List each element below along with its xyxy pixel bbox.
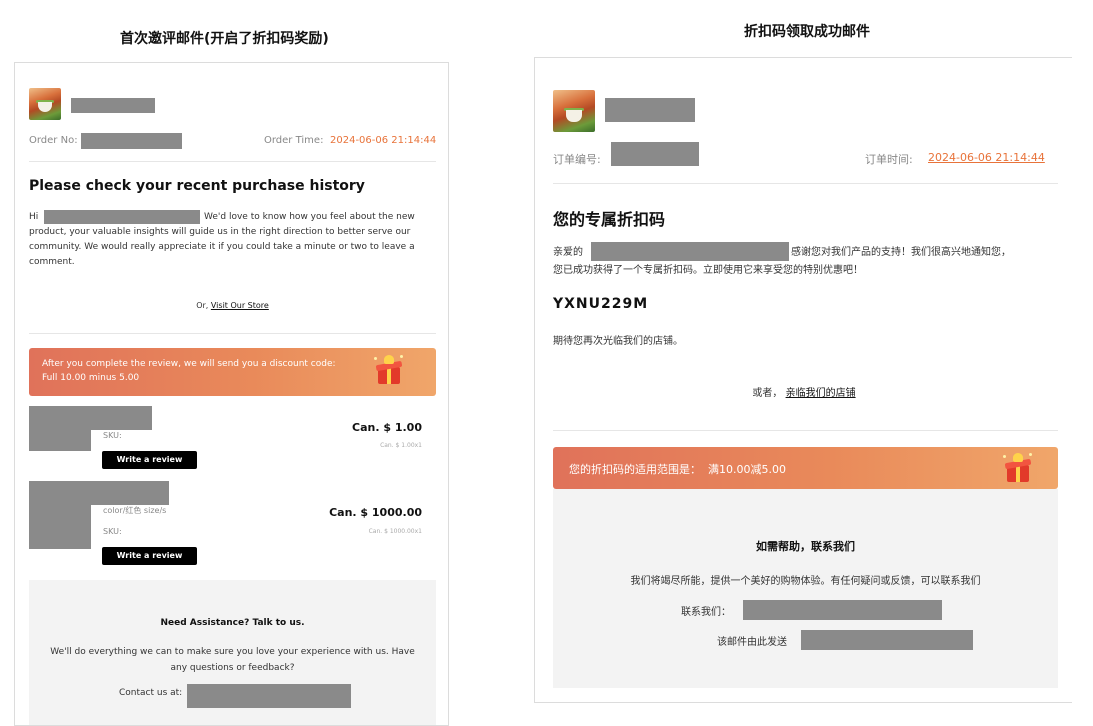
assistance-section: Need Assistance? Talk to us. We'll do ev… [29, 580, 436, 725]
store-logo [29, 88, 61, 120]
contact-label: 联系我们： [681, 607, 731, 618]
assistance-text: We'll do everything we can to make sure … [50, 647, 415, 673]
closing-text: 期待您再次光临我们的店铺。 [553, 336, 683, 347]
write-review-button[interactable]: Write a review [102, 547, 197, 565]
intro-text-line1: We'd love to know how you feel about the… [204, 212, 415, 222]
product-image-redacted [29, 430, 91, 451]
sku-label: SKU: [103, 431, 122, 440]
banner-text: 您的折扣码的适用范围是： 满10.00减5.00 [569, 463, 786, 476]
divider [29, 161, 436, 162]
help-text: 我们将竭尽所能，提供一个美好的购物体验。有任何疑问或反馈，可以联系我们 [630, 576, 981, 587]
discount-code: YXNU229M [553, 296, 649, 312]
help-section: 如需帮助，联系我们 我们将竭尽所能，提供一个美好的购物体验。有任何疑问或反馈，可… [553, 489, 1058, 688]
order-time-value: 2024-06-06 21:14:44 [928, 151, 1045, 164]
product-variant: color/红色 size/s [103, 506, 167, 515]
order-time-value: 2024-06-06 21:14:44 [330, 135, 437, 146]
store-name-redacted [605, 98, 695, 122]
visit-store-row: Or, Visit Our Store [15, 298, 448, 313]
order-no-redacted [611, 142, 699, 166]
or-text: 或者， [752, 388, 783, 399]
product-image-redacted [29, 481, 169, 505]
order-no-redacted [81, 133, 182, 149]
contact-email-redacted [187, 684, 351, 708]
product-price: Can. $ 1.00 [352, 421, 422, 434]
divider [553, 430, 1058, 431]
store-logo [553, 90, 595, 132]
sender-email-redacted [801, 630, 973, 650]
product-price-detail: Can. $ 1.00x1 [380, 442, 422, 449]
intro-text-rest: product, your valuable insights will gui… [29, 227, 415, 267]
store-name-redacted [71, 98, 155, 113]
order-no-label: Order No: [29, 135, 78, 146]
help-title: 如需帮助，联系我们 [756, 540, 855, 553]
banner-line1: After you complete the review, we will s… [42, 359, 336, 369]
review-invite-email: Order No: Order Time: 2024-06-06 21:14:4… [14, 62, 449, 726]
contact-label: Contact us at: [119, 688, 183, 698]
banner-line2: Full 10.00 minus 5.00 [42, 373, 140, 383]
product-image-redacted [29, 505, 91, 549]
discount-scope-banner: 您的折扣码的适用范围是： 满10.00减5.00 [553, 447, 1058, 489]
greeting: 亲爱的 [553, 247, 583, 258]
customer-name-redacted [44, 210, 200, 224]
order-time-label: Order Time: [264, 135, 324, 146]
divider [553, 183, 1058, 184]
assistance-title: Need Assistance? Talk to us. [160, 618, 305, 628]
sent-from-label: 该邮件由此发送 [717, 637, 787, 648]
visit-store-link[interactable]: Visit Our Store [211, 301, 269, 310]
gift-icon [374, 355, 404, 385]
left-panel-title: 首次邀评邮件(开启了折扣码奖励) [120, 31, 329, 47]
greeting: Hi [29, 212, 39, 222]
discount-banner: After you complete the review, we will s… [29, 348, 436, 396]
intro-text-line1: 感谢您对我们产品的支持！我们很高兴地通知您， [791, 247, 1011, 258]
page-heading: 您的专属折扣码 [553, 210, 666, 229]
discount-success-email: 订单编号: 订单时间: 2024-06-06 21:14:44 您的专属折扣码 … [534, 57, 1072, 703]
gift-icon [1003, 453, 1033, 483]
order-no-label: 订单编号: [553, 153, 601, 166]
contact-email-redacted [743, 600, 942, 620]
right-panel-title: 折扣码领取成功邮件 [744, 24, 870, 40]
product-image-redacted [29, 406, 152, 430]
visit-store-link[interactable]: 亲临我们的店铺 [786, 388, 856, 399]
customer-name-redacted [591, 242, 789, 261]
write-review-button[interactable]: Write a review [102, 451, 197, 469]
or-text: Or, [196, 301, 209, 310]
divider [29, 333, 436, 334]
product-price: Can. $ 1000.00 [329, 506, 422, 519]
sku-label: SKU: [103, 527, 122, 536]
product-price-detail: Can. $ 1000.00x1 [368, 528, 422, 535]
page-heading: Please check your recent purchase histor… [29, 178, 365, 194]
intro-text-line2: 您已成功获得了一个专属折扣码。立即使用它来享受您的特别优惠吧！ [553, 265, 863, 276]
order-time-label: 订单时间: [865, 153, 913, 166]
visit-store-row: 或者， 亲临我们的店铺 [535, 386, 1072, 401]
